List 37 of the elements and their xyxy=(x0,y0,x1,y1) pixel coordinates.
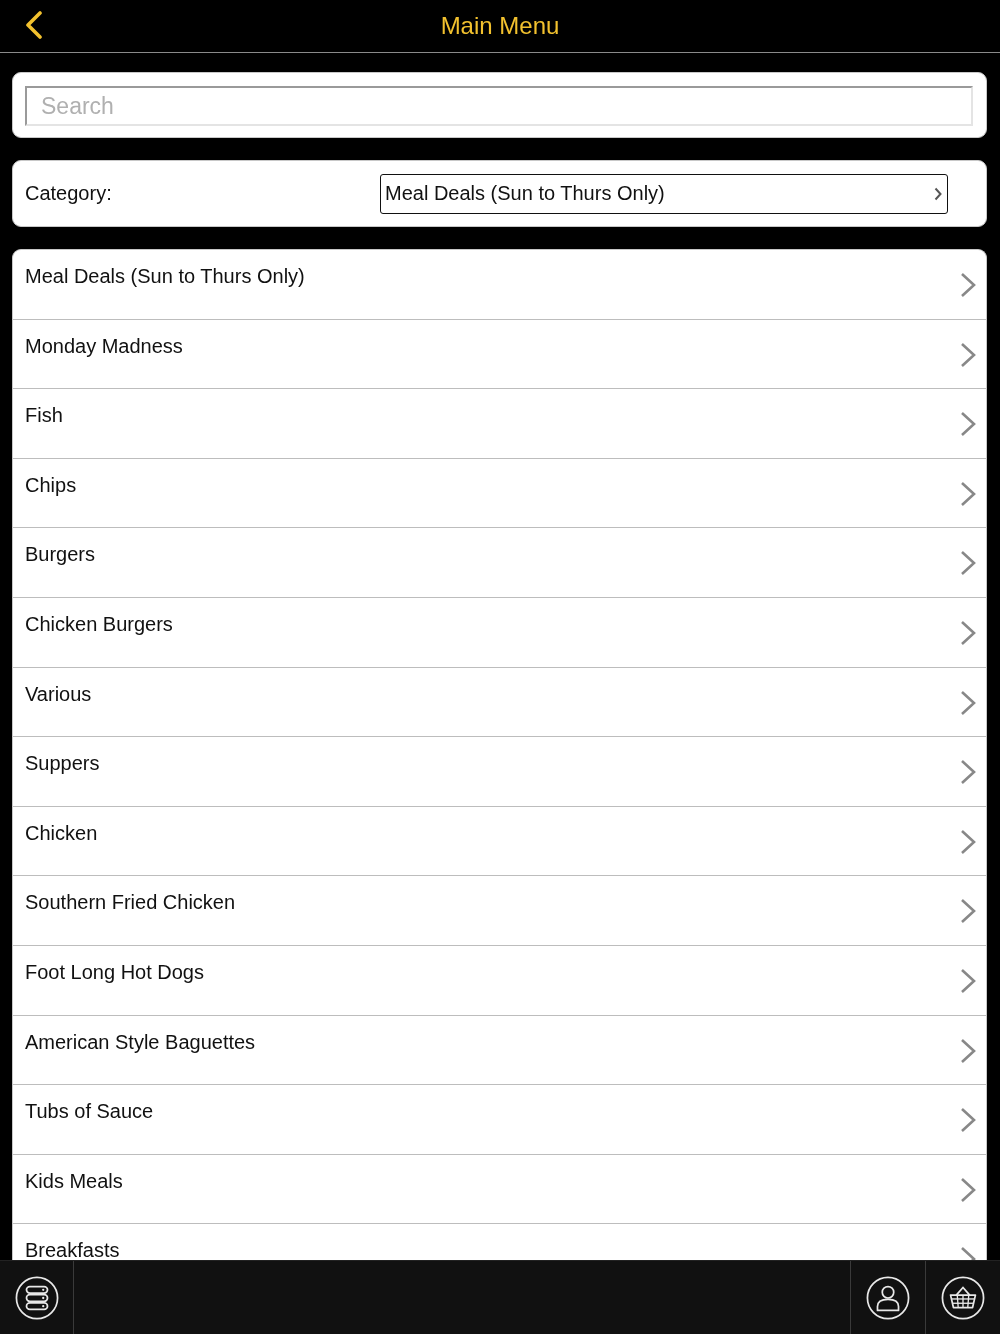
search-field[interactable]: Search xyxy=(25,86,973,126)
menu-row[interactable]: Meal Deals (Sun to Thurs Only) xyxy=(13,250,986,320)
chevron-right-icon xyxy=(960,1037,976,1064)
chevron-right-icon xyxy=(960,619,976,646)
menu-row[interactable]: Foot Long Hot Dogs xyxy=(13,945,986,1016)
chevron-right-icon xyxy=(960,689,976,716)
chevron-right-icon xyxy=(960,759,976,786)
chevron-right-icon xyxy=(960,550,976,577)
category-select[interactable]: Meal Deals (Sun to Thurs Only) xyxy=(380,173,948,214)
menu-row[interactable]: Chicken xyxy=(13,806,986,877)
menu-row[interactable]: Burgers xyxy=(13,528,986,598)
menu-row[interactable]: American Style Baguettes xyxy=(13,1015,986,1086)
chevron-right-icon xyxy=(934,186,942,201)
chevron-right-icon xyxy=(960,898,976,925)
server-stack-icon[interactable] xyxy=(14,1275,59,1320)
menu-row[interactable]: Kids Meals xyxy=(13,1154,986,1225)
menu-row[interactable]: Chicken Burgers xyxy=(13,597,986,668)
menu-row[interactable]: Suppers xyxy=(13,737,986,807)
category-label: Category: xyxy=(25,182,112,205)
chevron-right-icon xyxy=(960,480,976,507)
menu-row[interactable]: Tubs of Sauce xyxy=(13,1085,986,1155)
menu-row[interactable]: Monday Madness xyxy=(13,319,986,390)
chevron-right-icon xyxy=(960,828,976,855)
back-icon[interactable] xyxy=(25,11,43,39)
menu-row[interactable]: Various xyxy=(13,667,986,738)
chevron-right-icon xyxy=(960,341,976,368)
chevron-right-icon xyxy=(960,1176,976,1203)
menu-row[interactable]: Fish xyxy=(13,389,986,459)
screen-title: Main Menu xyxy=(440,12,560,40)
menu-row[interactable]: Chips xyxy=(13,458,986,529)
menu-row[interactable]: Southern Fried Chicken xyxy=(13,876,986,946)
basket-icon[interactable] xyxy=(941,1275,985,1320)
chevron-right-icon xyxy=(960,272,976,298)
user-icon[interactable] xyxy=(866,1275,910,1320)
chevron-right-icon xyxy=(960,411,976,438)
chevron-right-icon xyxy=(960,1107,976,1134)
chevron-right-icon xyxy=(960,967,976,994)
